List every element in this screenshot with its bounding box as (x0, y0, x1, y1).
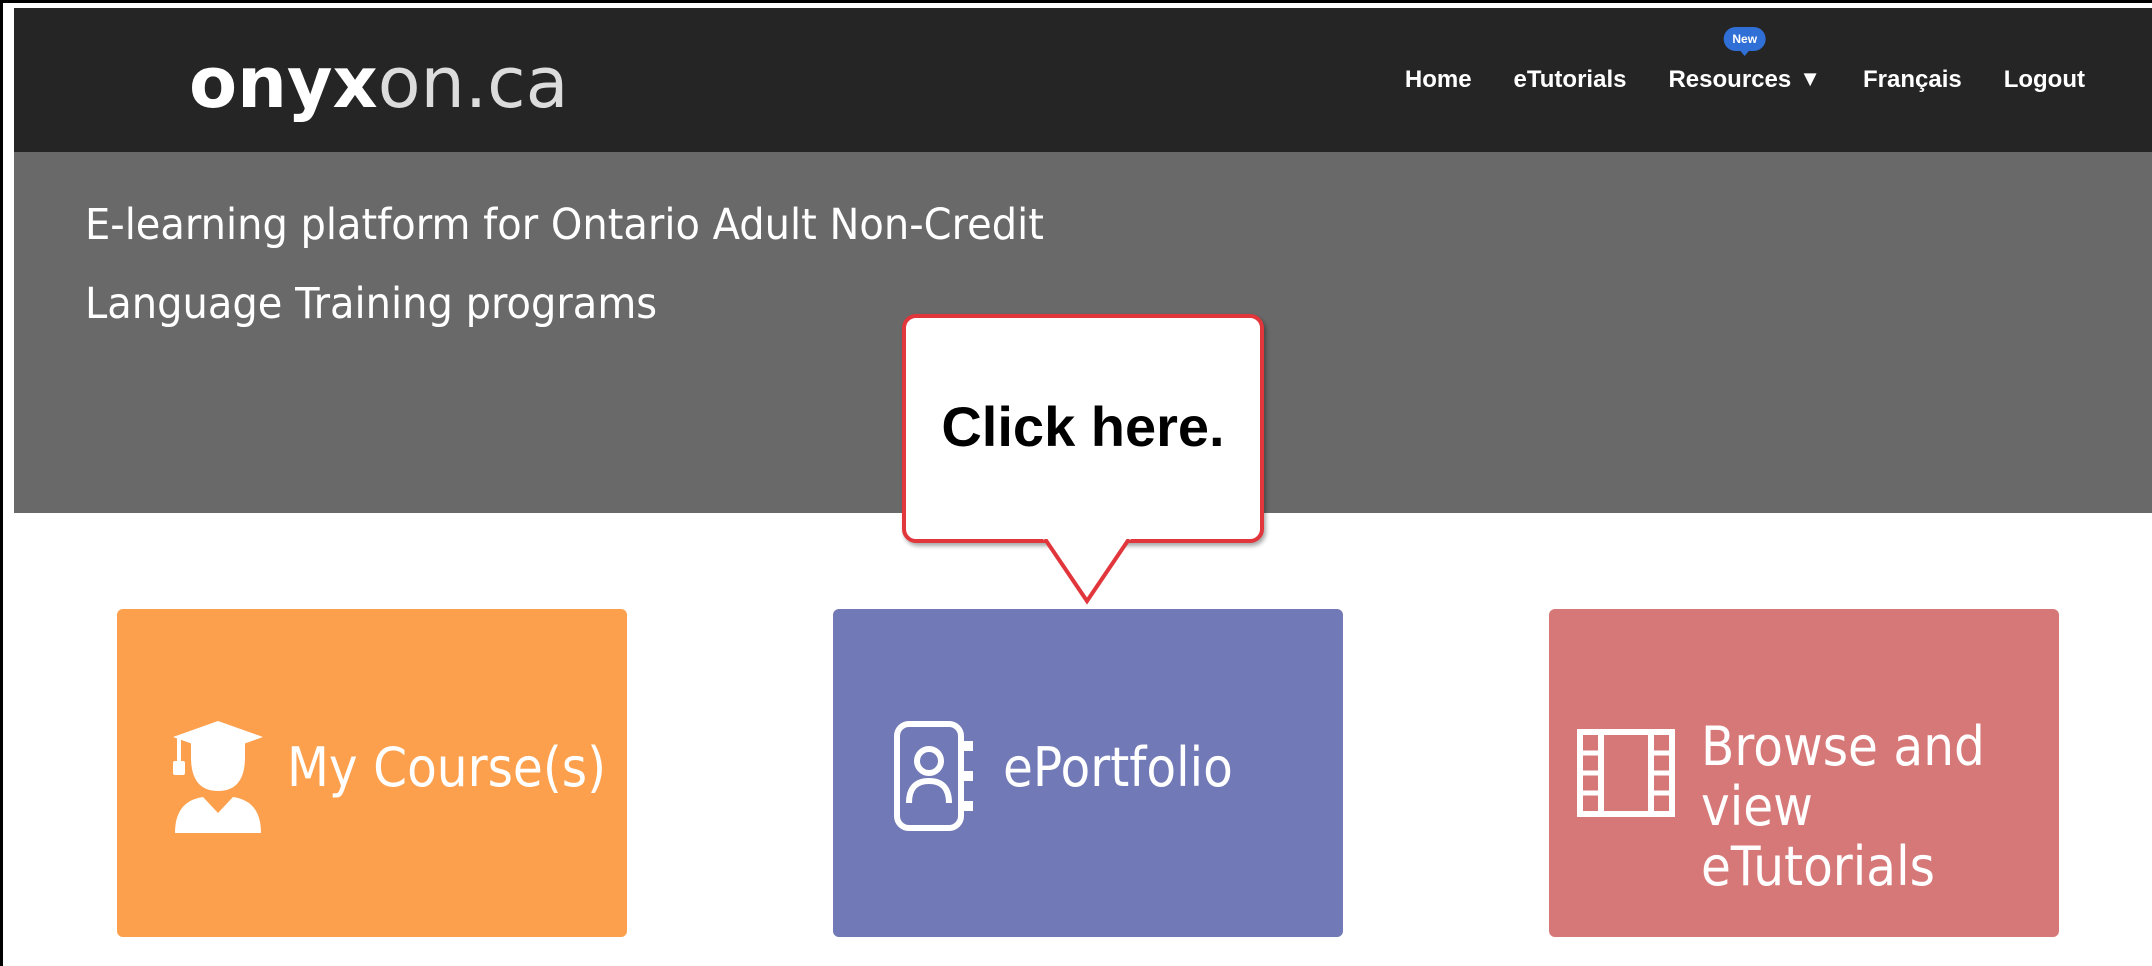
graduate-icon (173, 721, 263, 838)
nav-resources-dropdown[interactable]: New Resources ▼ (1668, 27, 1821, 94)
my-courses-tile[interactable]: My Course(s) (117, 609, 627, 937)
browse-etutorials-label: Browse and view eTutorials (1701, 717, 2043, 897)
top-navigation-bar: onyxon.ca Home eTutorials New Resources ▼… (14, 8, 2152, 152)
address-book-icon (893, 721, 977, 836)
browse-etutorials-label-line-2: view eTutorials (1701, 775, 1935, 898)
hero-tagline-line-1: E-learning platform for Ontario Adult No… (85, 200, 1044, 250)
logo-domain: on.ca (377, 42, 569, 124)
browse-etutorials-label-line-1: Browse and (1701, 715, 1985, 778)
caret-down-icon: ▼ (1799, 66, 1821, 91)
eportfolio-tile[interactable]: ePortfolio (833, 609, 1343, 937)
new-badge: New (1723, 27, 1767, 51)
site-logo[interactable]: onyxon.ca (189, 28, 569, 138)
nav-etutorials-link[interactable]: eTutorials (1514, 66, 1627, 94)
film-strip-icon (1577, 729, 1675, 822)
logo-brand: onyx (189, 42, 378, 124)
nav-logout-link[interactable]: Logout (2004, 66, 2085, 94)
nav-francais-link[interactable]: Français (1863, 66, 1962, 94)
callout-text: Click here. (941, 395, 1225, 458)
page-frame: onyxon.ca Home eTutorials New Resources ▼… (0, 0, 2152, 966)
nav-resources-label: Resources (1668, 66, 1792, 93)
main-nav: Home eTutorials New Resources ▼ Français … (1405, 27, 2085, 94)
browse-etutorials-tile[interactable]: Browse and view eTutorials (1549, 609, 2059, 937)
callout-pointer (1043, 539, 1131, 605)
eportfolio-label: ePortfolio (1003, 736, 1233, 799)
nav-home-link[interactable]: Home (1405, 66, 1472, 94)
click-here-callout: Click here. (902, 314, 1264, 543)
my-courses-label: My Course(s) (287, 736, 607, 799)
